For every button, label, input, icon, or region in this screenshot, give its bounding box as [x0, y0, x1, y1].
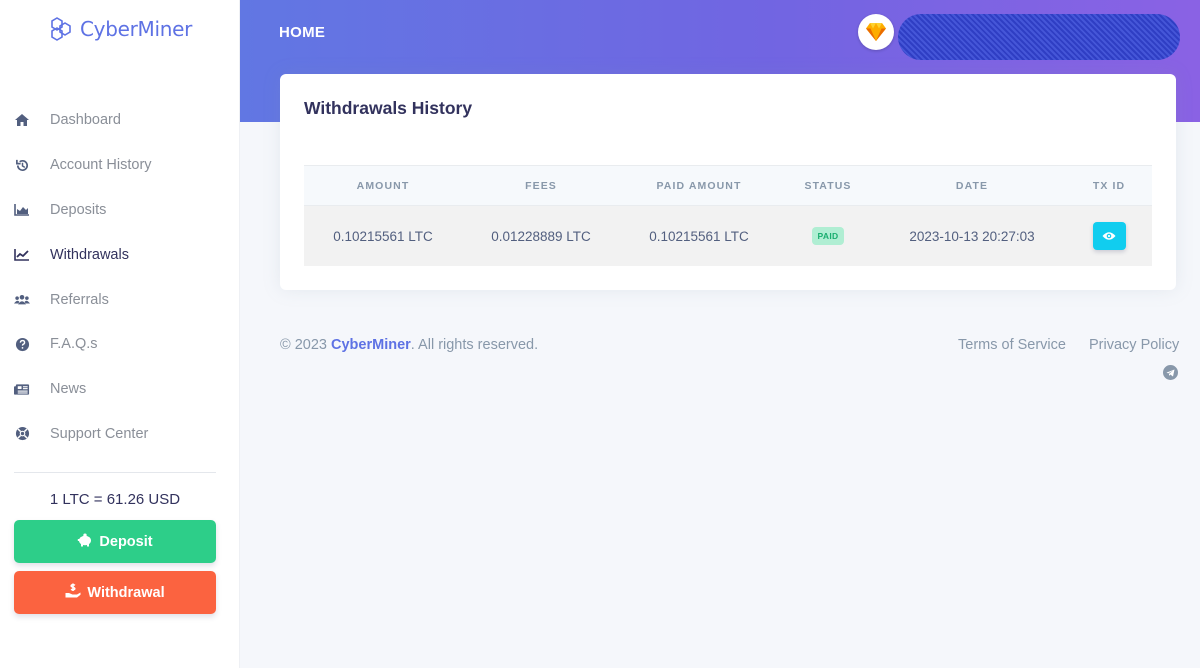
- sidebar-item-label: Support Center: [50, 425, 149, 442]
- deposit-button[interactable]: Deposit: [14, 520, 216, 563]
- card-title: Withdrawals History: [304, 98, 473, 118]
- area-chart-icon: [14, 202, 30, 218]
- history-icon: [14, 157, 30, 173]
- line-chart-icon: [14, 247, 30, 263]
- view-txid-button[interactable]: [1092, 222, 1126, 250]
- sidebar-nav: Dashboard Account History Deposits Withd…: [0, 98, 240, 456]
- cell-date: 2023-10-13 20:27:03: [909, 228, 1035, 244]
- column-header-paid-amount: PAID AMOUNT: [656, 179, 742, 192]
- hand-holding-dollar-icon: [65, 583, 81, 602]
- sidebar-item-deposits[interactable]: Deposits: [0, 188, 240, 233]
- brand-name: CyberMiner: [80, 17, 193, 41]
- column-header-amount: AMOUNT: [356, 179, 410, 192]
- cell-txid: [1066, 222, 1152, 250]
- terms-of-service-link[interactable]: Terms of Service: [958, 337, 1066, 353]
- sidebar-item-news[interactable]: News: [0, 367, 240, 412]
- cell-status: PAID: [778, 227, 878, 245]
- sidebar-item-label: Account History: [50, 157, 152, 174]
- table-row: 0.10215561 LTC 0.01228889 LTC 0.10215561…: [304, 206, 1152, 266]
- sidebar-item-support-center[interactable]: Support Center: [0, 412, 240, 457]
- sidebar-item-referrals[interactable]: Referrals: [0, 277, 240, 322]
- deposit-button-label: Deposit: [99, 533, 153, 550]
- home-icon: [14, 112, 30, 128]
- question-circle-icon: [14, 336, 30, 352]
- exchange-rate: 1 LTC = 61.26 USD: [49, 491, 181, 508]
- cell-amount: 0.10215561 LTC: [333, 228, 433, 244]
- copyright-suffix: . All rights reserved.: [410, 337, 539, 353]
- column-header-date: DATE: [955, 179, 989, 192]
- sidebar-divider: [14, 472, 216, 473]
- piggy-bank-icon: [77, 533, 93, 551]
- withdrawals-table: AMOUNT FEES PAID AMOUNT STATUS DATE TX I…: [304, 165, 1152, 266]
- avatar[interactable]: [858, 14, 894, 50]
- column-header-status: STATUS: [804, 179, 852, 192]
- sidebar: CyberMiner Dashboard Account History Dep…: [0, 0, 240, 668]
- sidebar-item-label: News: [50, 381, 87, 398]
- sidebar-item-withdrawals[interactable]: Withdrawals: [0, 232, 240, 277]
- life-ring-icon: [14, 426, 30, 442]
- sidebar-item-label: Deposits: [50, 201, 107, 218]
- sidebar-item-dashboard[interactable]: Dashboard: [0, 98, 240, 143]
- hexagon-logo-icon: [51, 17, 71, 41]
- newspaper-icon: [14, 381, 30, 397]
- copyright-prefix: © 2023: [280, 337, 327, 353]
- footer-brand-link[interactable]: CyberMiner: [331, 337, 411, 353]
- withdrawal-button[interactable]: Withdrawal: [14, 571, 216, 614]
- cell-paid-amount: 0.10215561 LTC: [649, 228, 749, 244]
- eye-icon: [1102, 232, 1116, 240]
- sidebar-item-faqs[interactable]: F.A.Q.s: [0, 322, 240, 367]
- page-title: HOME: [279, 24, 326, 41]
- telegram-icon[interactable]: [1163, 365, 1178, 380]
- sketch-diamond-icon: [866, 23, 886, 41]
- column-header-txid: TX ID: [1092, 179, 1126, 192]
- brand-logo[interactable]: CyberMiner: [48, 16, 192, 42]
- withdrawal-button-label: Withdrawal: [87, 584, 165, 601]
- withdrawals-history-card: Withdrawals History AMOUNT FEES PAID AMO…: [280, 74, 1176, 290]
- user-menu-redacted[interactable]: [898, 14, 1180, 60]
- sidebar-item-label: F.A.Q.s: [50, 336, 98, 353]
- status-badge: PAID: [811, 227, 845, 245]
- footer-copyright: © 2023 CyberMiner. All rights reserved.: [280, 337, 538, 353]
- sidebar-item-label: Dashboard: [50, 112, 121, 129]
- sidebar-item-account-history[interactable]: Account History: [0, 143, 240, 188]
- cell-fees: 0.01228889 LTC: [491, 228, 591, 244]
- sidebar-item-label: Withdrawals: [50, 246, 129, 263]
- column-header-fees: FEES: [525, 179, 557, 192]
- sidebar-item-label: Referrals: [50, 291, 109, 308]
- users-icon: [14, 292, 30, 308]
- privacy-policy-link[interactable]: Privacy Policy: [1089, 337, 1179, 353]
- table-header: AMOUNT FEES PAID AMOUNT STATUS DATE TX I…: [304, 165, 1152, 206]
